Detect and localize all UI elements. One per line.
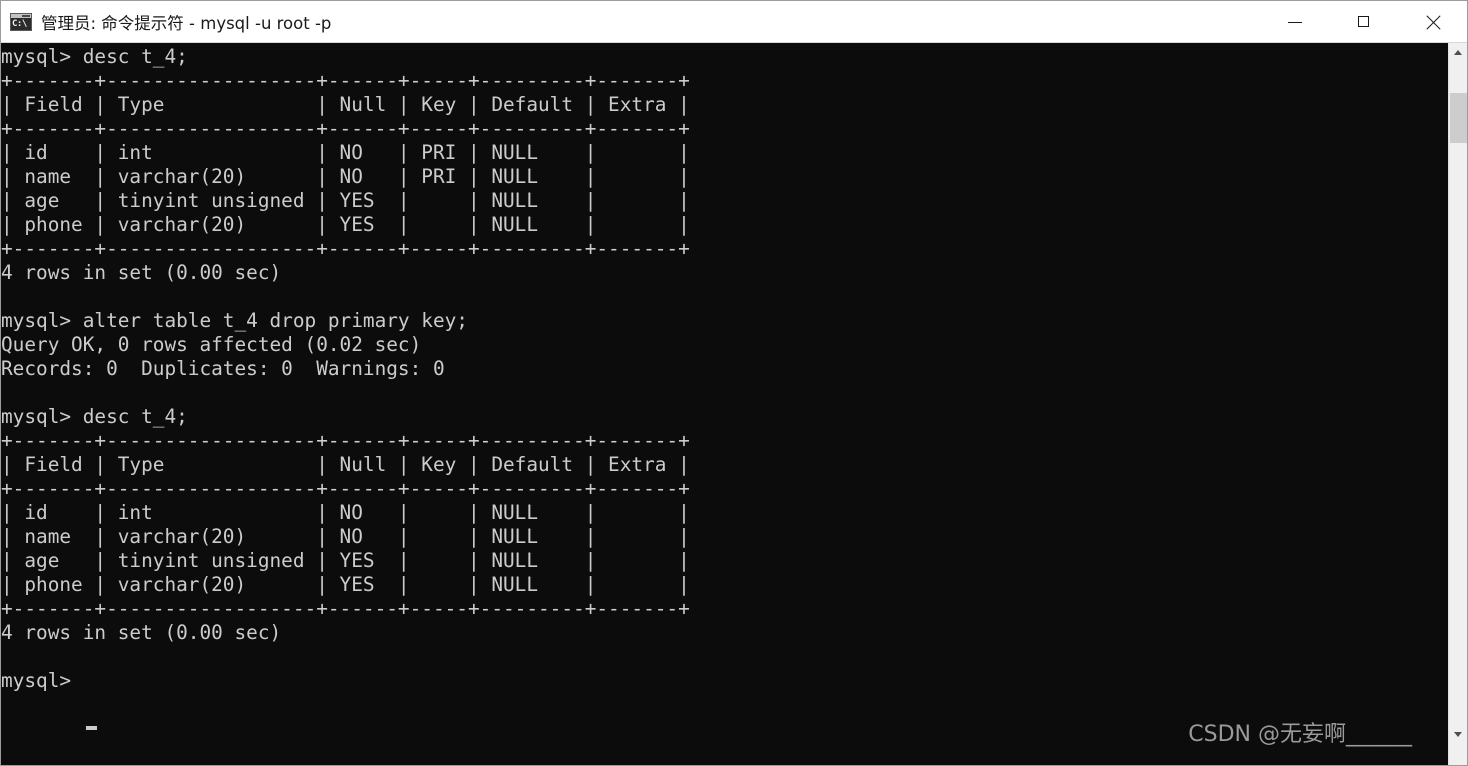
cmd-console-icon: C:\ [10, 12, 32, 31]
terminal-output-area[interactable]: mysql> desc t_4; +-------+--------------… [1, 43, 1448, 765]
minimize-icon [1287, 14, 1303, 30]
console-text: mysql> desc t_4; +-------+--------------… [1, 45, 690, 692]
window-controls [1260, 1, 1467, 42]
console-window: C:\ 管理员: 命令提示符 - mysql -u root -p mysql>… [0, 0, 1468, 766]
chevron-up-icon [1454, 49, 1462, 55]
title-bar[interactable]: C:\ 管理员: 命令提示符 - mysql -u root -p [1, 1, 1467, 43]
scrollbar-up-button[interactable] [1449, 43, 1467, 61]
maximize-button[interactable] [1329, 1, 1398, 42]
title-bar-left: C:\ 管理员: 命令提示符 - mysql -u root -p [1, 10, 1260, 34]
vertical-scrollbar[interactable] [1448, 43, 1467, 765]
window-title: 管理员: 命令提示符 - mysql -u root -p [41, 13, 332, 33]
maximize-icon [1356, 14, 1372, 30]
scrollbar-down-button[interactable] [1449, 725, 1467, 743]
close-button[interactable] [1398, 1, 1467, 42]
text-cursor [86, 726, 97, 730]
scrollbar-bottom-cap [1449, 743, 1467, 765]
scrollbar-thumb[interactable] [1450, 93, 1467, 143]
minimize-button[interactable] [1260, 1, 1329, 42]
chevron-down-icon [1454, 731, 1462, 737]
close-icon [1425, 14, 1441, 30]
cmd-icon-label: C:\ [12, 18, 27, 29]
csdn-watermark: CSDN @无妄啊______ [1188, 722, 1412, 747]
